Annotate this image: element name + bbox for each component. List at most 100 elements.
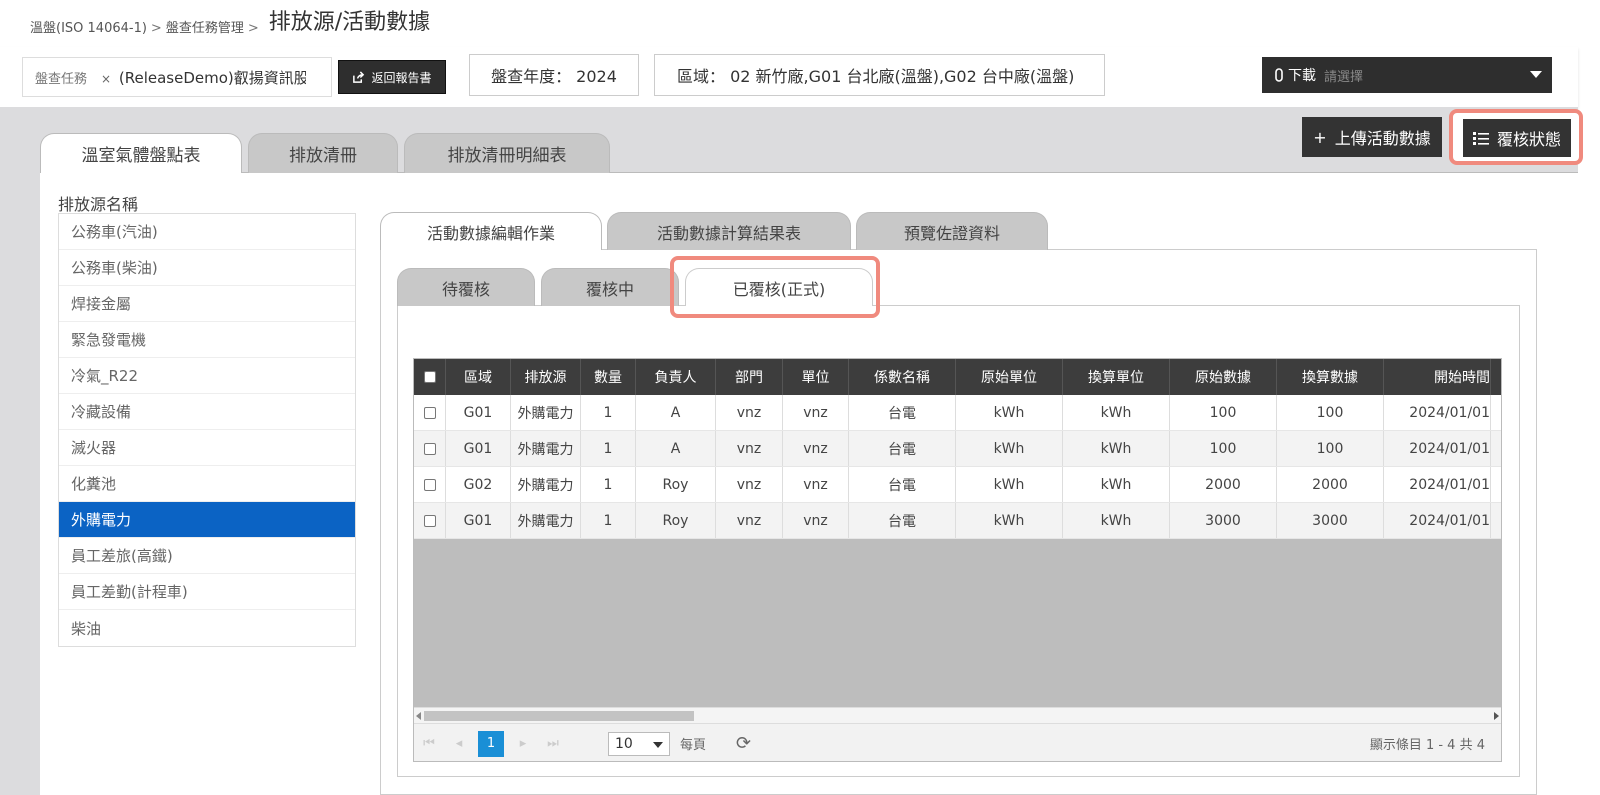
refresh-icon[interactable]: ⟳ xyxy=(736,733,751,754)
table-cell: 1 xyxy=(581,395,636,430)
row-checkbox[interactable] xyxy=(423,478,436,491)
column-header[interactable]: 區域 xyxy=(446,359,511,395)
table-cell: kWh xyxy=(956,431,1063,466)
tab-preview-evidence[interactable]: 預覽佐證資料 xyxy=(856,212,1048,250)
page-size-select[interactable]: 10 xyxy=(608,731,670,756)
table-cell: 1 xyxy=(581,467,636,502)
source-item[interactable]: 員工差勤(計程車) xyxy=(59,574,355,610)
table-cell: 2024/01/01 xyxy=(1384,431,1491,466)
table-row[interactable]: G01 外購電力 1 A vnz vnz 台電 kWh kWh 100 100 … xyxy=(414,431,1501,467)
upload-activity-data-button[interactable]: + 上傳活動數據 xyxy=(1302,117,1442,157)
task-selector[interactable]: 盤查任務 × (ReleaseDemo)叡揚資訊股份有限公司 xyxy=(22,57,332,97)
tab-emission-register[interactable]: 排放清冊 xyxy=(248,133,398,173)
table-cell: A xyxy=(636,431,716,466)
table-row[interactable]: G02 外購電力 1 Roy vnz vnz 台電 kWh kWh 2000 2… xyxy=(414,467,1501,503)
table-cell: 2024/01/01 xyxy=(1384,395,1491,430)
scroll-right-icon[interactable] xyxy=(1494,712,1499,720)
select-all-cell xyxy=(414,359,446,395)
source-item[interactable]: 公務車(柴油) xyxy=(59,250,355,286)
column-header[interactable]: 原始數據 xyxy=(1170,359,1277,395)
table-row[interactable]: G01 外購電力 1 A vnz vnz 台電 kWh kWh 100 100 … xyxy=(414,395,1501,431)
table-cell: vnz xyxy=(716,503,783,538)
horizontal-scrollbar[interactable] xyxy=(414,707,1501,723)
source-item[interactable]: 公務車(汽油) xyxy=(59,214,355,250)
column-header[interactable]: 排放源 xyxy=(511,359,581,395)
breadcrumb-item-iso[interactable]: 溫盤(ISO 14064-1) xyxy=(30,17,147,36)
download-select[interactable]: 下載 請選擇 xyxy=(1262,57,1552,93)
top-toolbar: 盤查任務 × (ReleaseDemo)叡揚資訊股份有限公司 返回報告書 盤查年… xyxy=(0,47,1578,107)
source-item-selected[interactable]: 外購電力 xyxy=(59,502,355,538)
column-header[interactable]: 負責人 xyxy=(636,359,716,395)
select-all-checkbox[interactable] xyxy=(423,371,436,383)
column-header[interactable]: 開始時間 xyxy=(1384,359,1491,395)
tab-in-review[interactable]: 覆核中 xyxy=(541,268,679,306)
column-header[interactable]: 係數名稱 xyxy=(849,359,956,395)
plus-icon: + xyxy=(1313,127,1327,147)
tab-emission-register-detail[interactable]: 排放清冊明細表 xyxy=(404,133,610,173)
next-page-icon[interactable]: ▸ xyxy=(508,736,538,751)
row-checkbox[interactable] xyxy=(423,406,436,419)
source-list: 公務車(汽油) 公務車(柴油) 焊接金屬 緊急發電機 冷氣_R22 冷藏設備 滅… xyxy=(58,213,356,647)
region-display: 區域： 02 新竹廠,G01 台北廠(溫盤),G02 台中廠(溫盤) xyxy=(654,54,1105,96)
source-item[interactable]: 員工差旅(高鐵) xyxy=(59,538,355,574)
page-size-value: 10 xyxy=(615,735,633,752)
table-cell: 外購電力 xyxy=(511,503,581,538)
row-checkbox[interactable] xyxy=(423,514,436,527)
per-page-label: 每頁 xyxy=(680,738,707,753)
table-cell: G01 xyxy=(446,503,511,538)
column-header[interactable]: 部門 xyxy=(716,359,783,395)
inventory-year: 盤查年度： 2024 xyxy=(469,54,639,96)
row-select-cell xyxy=(414,503,446,538)
upload-label: 上傳活動數據 xyxy=(1334,129,1431,148)
task-label: 盤查任務 xyxy=(35,71,88,87)
review-status-label: 覆核狀態 xyxy=(1496,130,1561,149)
scroll-left-icon[interactable] xyxy=(416,712,421,720)
table-cell: 台電 xyxy=(849,467,956,502)
table-cell: 1 xyxy=(581,431,636,466)
table-cell: 2024/01/01 xyxy=(1384,467,1491,502)
source-item[interactable]: 化糞池 xyxy=(59,466,355,502)
breadcrumb-item-task-management[interactable]: 盤查任務管理 xyxy=(166,17,244,36)
source-item[interactable]: 冷氣_R22 xyxy=(59,358,355,394)
table-cell: vnz xyxy=(716,395,783,430)
table-cell: 台電 xyxy=(849,395,956,430)
task-clear-icon[interactable]: × xyxy=(101,72,111,86)
table-cell: vnz xyxy=(783,431,849,466)
first-page-icon[interactable]: ⏮ xyxy=(414,736,444,751)
table-cell: G01 xyxy=(446,395,511,430)
table-cell: kWh xyxy=(956,467,1063,502)
column-header[interactable]: 單位 xyxy=(783,359,849,395)
grid-empty-area xyxy=(414,539,1501,707)
download-label: 下載 xyxy=(1288,68,1316,84)
review-status-button[interactable]: 覆核狀態 xyxy=(1463,119,1571,157)
current-page-button[interactable]: 1 xyxy=(478,730,504,757)
table-cell: vnz xyxy=(716,467,783,502)
scrollbar-thumb[interactable] xyxy=(424,711,694,721)
table-cell: 100 xyxy=(1170,395,1277,430)
prev-page-icon[interactable]: ◂ xyxy=(444,736,474,751)
tab-pending-review[interactable]: 待覆核 xyxy=(397,268,535,306)
source-item[interactable]: 滅火器 xyxy=(59,430,355,466)
table-row[interactable]: G01 外購電力 1 Roy vnz vnz 台電 kWh kWh 3000 3… xyxy=(414,503,1501,539)
table-cell: 3000 xyxy=(1170,503,1277,538)
source-item[interactable]: 焊接金屬 xyxy=(59,286,355,322)
row-select-cell xyxy=(414,431,446,466)
column-header[interactable]: 換算數據 xyxy=(1277,359,1384,395)
column-header[interactable]: 換算單位 xyxy=(1063,359,1170,395)
tab-activity-calc-result[interactable]: 活動數據計算結果表 xyxy=(607,212,851,250)
paperclip-icon xyxy=(1275,68,1283,82)
table-cell: 2000 xyxy=(1170,467,1277,502)
table-cell: kWh xyxy=(1063,395,1170,430)
column-header[interactable]: 原始單位 xyxy=(956,359,1063,395)
source-item[interactable]: 冷藏設備 xyxy=(59,394,355,430)
row-checkbox[interactable] xyxy=(423,442,436,455)
return-report-button[interactable]: 返回報告書 xyxy=(338,60,446,94)
table-cell: kWh xyxy=(1063,467,1170,502)
table-cell: 100 xyxy=(1277,431,1384,466)
column-header[interactable]: 數量 xyxy=(581,359,636,395)
tab-activity-edit[interactable]: 活動數據編輯作業 xyxy=(380,212,602,250)
tab-ghg-inventory[interactable]: 溫室氣體盤點表 xyxy=(40,133,242,173)
source-item[interactable]: 緊急發電機 xyxy=(59,322,355,358)
last-page-icon[interactable]: ⏭ xyxy=(538,736,568,751)
source-item[interactable]: 柴油 xyxy=(59,610,355,646)
